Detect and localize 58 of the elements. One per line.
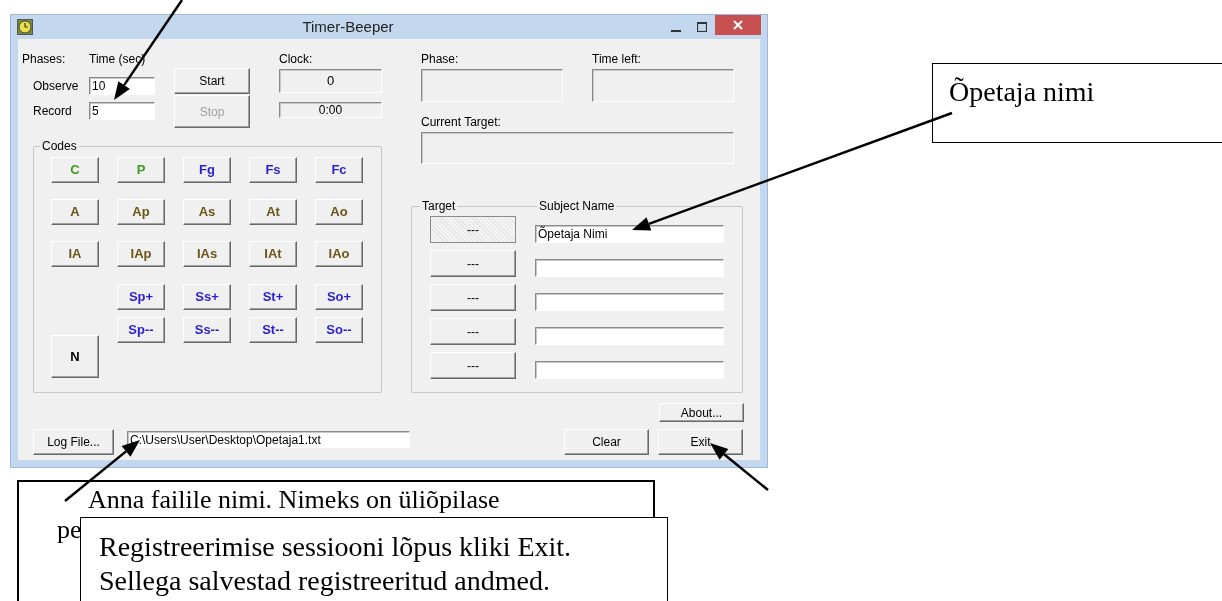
- close-icon: [733, 20, 743, 30]
- about-button[interactable]: About...: [659, 403, 744, 422]
- text-field[interactable]: 5: [89, 102, 155, 120]
- label: Clock:: [279, 52, 314, 66]
- minimize-icon: [671, 29, 681, 32]
- subject-name-field[interactable]: [535, 293, 724, 311]
- subject-name-field[interactable]: [535, 361, 724, 379]
- code-button[interactable]: As: [183, 199, 231, 225]
- subject-name-field[interactable]: [535, 327, 724, 345]
- code-button[interactable]: So--: [315, 317, 363, 343]
- target-button[interactable]: ---: [430, 352, 516, 379]
- code-button[interactable]: IAp: [117, 241, 165, 267]
- code-button[interactable]: St--: [249, 317, 297, 343]
- group-title: Target: [420, 199, 458, 213]
- start-button[interactable]: Start: [174, 68, 250, 94]
- code-button[interactable]: Ao: [315, 199, 363, 225]
- label: Current Target:: [421, 115, 502, 129]
- label: Phase:: [421, 52, 460, 66]
- label: Record: [33, 104, 73, 118]
- code-button[interactable]: IA: [51, 241, 99, 267]
- window-title: Timer-Beeper: [302, 16, 394, 37]
- clear-button[interactable]: Clear: [564, 429, 649, 455]
- code-button[interactable]: Ap: [117, 199, 165, 225]
- code-button[interactable]: IAo: [315, 241, 363, 267]
- code-button[interactable]: Sp+: [117, 284, 165, 310]
- code-button[interactable]: N: [51, 335, 99, 378]
- code-button[interactable]: Sp--: [117, 317, 165, 343]
- clock-count: 0: [279, 69, 382, 93]
- clock-icon: [17, 19, 33, 35]
- clock-time: 0:00: [279, 102, 382, 118]
- target-button[interactable]: ---: [430, 284, 516, 311]
- code-button[interactable]: Fs: [249, 157, 297, 183]
- exit-button[interactable]: Exit: [658, 429, 743, 455]
- code-button[interactable]: St+: [249, 284, 297, 310]
- code-button[interactable]: Fc: [315, 157, 363, 183]
- code-button[interactable]: So+: [315, 284, 363, 310]
- close-button[interactable]: [715, 15, 761, 35]
- target-button[interactable]: ---: [430, 318, 516, 345]
- code-button[interactable]: Fg: [183, 157, 231, 183]
- arrow: [710, 443, 769, 491]
- code-button[interactable]: IAt: [249, 241, 297, 267]
- target-button[interactable]: ---: [430, 250, 516, 277]
- maximize-icon: [697, 22, 707, 32]
- callout-text: Õpetaja nimi: [949, 76, 1096, 108]
- code-button[interactable]: Ss--: [183, 317, 231, 343]
- code-button[interactable]: A: [51, 199, 99, 225]
- target-button[interactable]: ---: [430, 216, 516, 243]
- code-button[interactable]: Ss+: [183, 284, 231, 310]
- code-button[interactable]: IAs: [183, 241, 231, 267]
- subject-name-field[interactable]: [535, 259, 724, 277]
- group-title: Codes: [40, 139, 79, 153]
- subject-name-field[interactable]: Õpetaja Nimi: [535, 225, 724, 243]
- code-button[interactable]: At: [249, 199, 297, 225]
- label: Time left:: [592, 52, 642, 66]
- log-file-button[interactable]: Log File...: [33, 429, 114, 455]
- label: Phases:: [22, 52, 67, 66]
- label: Observe: [33, 79, 80, 93]
- group-title: Subject Name: [537, 199, 617, 213]
